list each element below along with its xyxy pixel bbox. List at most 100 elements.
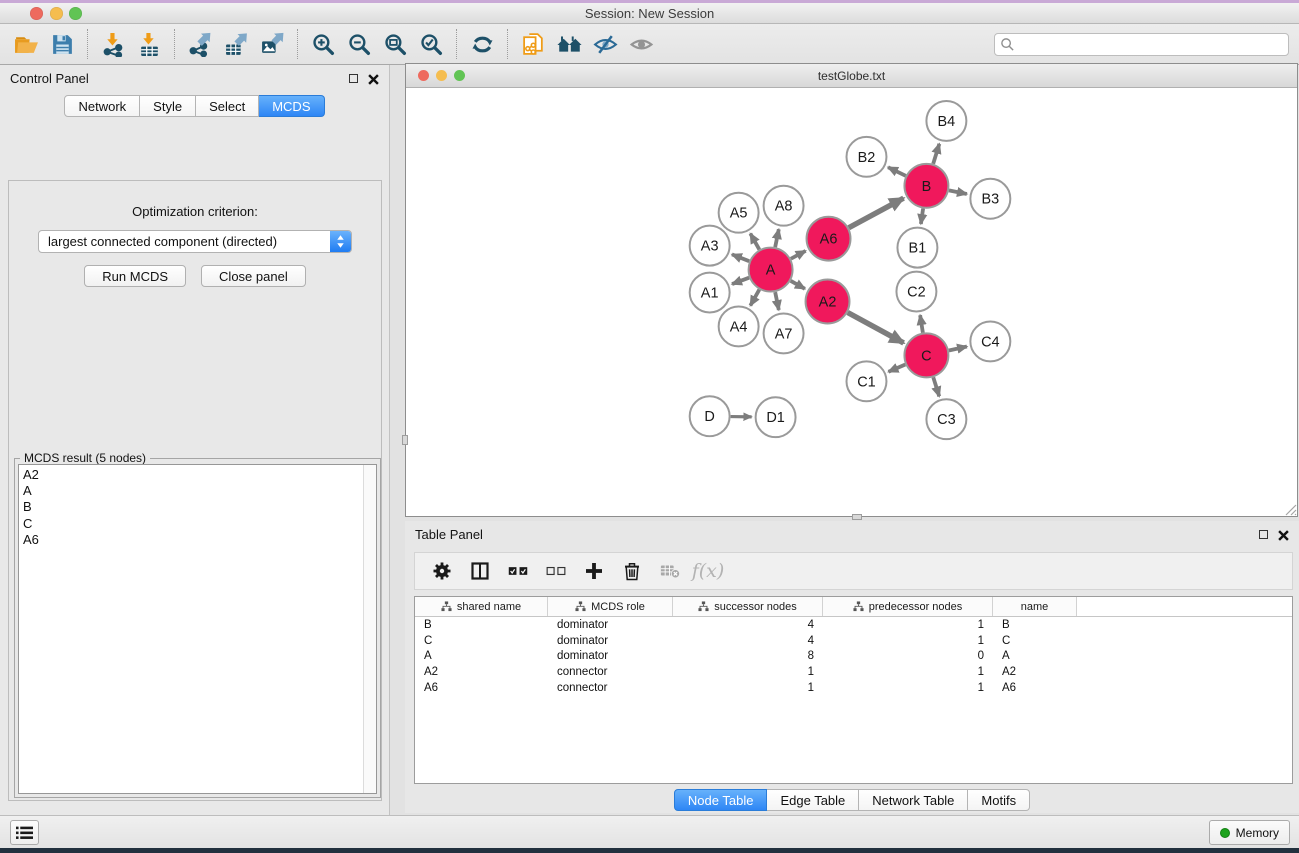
edge-A6-B[interactable] <box>849 198 904 228</box>
network-close-traffic-light[interactable] <box>418 70 429 81</box>
column-header-successor-nodes[interactable]: successor nodes <box>673 597 823 616</box>
optimization-criterion-select[interactable]: largest connected component (directed) <box>38 230 352 253</box>
search-input[interactable] <box>994 33 1289 56</box>
edge-A-A3[interactable] <box>732 254 749 261</box>
node-A6[interactable]: A6 <box>807 217 851 261</box>
export-network-button[interactable] <box>182 28 218 60</box>
edge-B-B1[interactable] <box>921 208 923 223</box>
mcds-result-list[interactable]: A2ABCA6 <box>18 464 377 794</box>
edge-C-C4[interactable] <box>949 347 967 351</box>
memory-button[interactable]: Memory <box>1209 820 1290 845</box>
node-A2[interactable]: A2 <box>806 280 850 324</box>
node-A3[interactable]: A3 <box>690 226 730 266</box>
column-header-predecessor-nodes[interactable]: predecessor nodes <box>823 597 993 616</box>
minimize-traffic-light[interactable] <box>50 7 63 20</box>
edge-B-B2[interactable] <box>888 167 906 176</box>
tab-style[interactable]: Style <box>140 95 196 117</box>
node-A4[interactable]: A4 <box>719 306 759 346</box>
node-C4[interactable]: C4 <box>970 321 1010 361</box>
edge-B-B4[interactable] <box>933 144 939 164</box>
network-minimize-traffic-light[interactable] <box>436 70 447 81</box>
edge-A2-C[interactable] <box>848 312 904 342</box>
edge-A-A8[interactable] <box>775 229 779 247</box>
node-B4[interactable]: B4 <box>926 101 966 141</box>
tab-motifs[interactable]: Motifs <box>968 789 1030 811</box>
apply-layout-button[interactable] <box>464 28 500 60</box>
edge-A-A5[interactable] <box>750 234 759 250</box>
edge-C-C2[interactable] <box>920 315 923 333</box>
import-network-button[interactable] <box>95 28 131 60</box>
vertical-split-grip[interactable] <box>402 435 408 445</box>
show-panels-button[interactable] <box>10 820 39 845</box>
edge-A-A6[interactable] <box>791 251 806 259</box>
add-column-button[interactable] <box>577 556 611 586</box>
node-B3[interactable]: B3 <box>970 179 1010 219</box>
node-D[interactable]: D <box>690 396 730 436</box>
node-B[interactable]: B <box>904 164 948 208</box>
select-all-rows-button[interactable] <box>501 556 535 586</box>
close-panel-button[interactable]: Close panel <box>201 265 306 287</box>
run-mcds-button[interactable]: Run MCDS <box>84 265 186 287</box>
float-panel-icon[interactable] <box>349 74 358 83</box>
zoom-in-button[interactable] <box>305 28 341 60</box>
network-graph[interactable]: AA1A2A3A4A5A6A7A8BB1B2B3B4CC1C2C3C4DD1 <box>406 89 1297 516</box>
column-header-shared-name[interactable]: shared name <box>415 597 548 616</box>
node-table[interactable]: shared nameMCDS rolesuccessor nodesprede… <box>414 596 1293 784</box>
save-session-button[interactable] <box>44 28 80 60</box>
mcds-result-item[interactable]: B <box>19 499 376 515</box>
mcds-result-item[interactable]: A6 <box>19 532 376 548</box>
table-float-panel-icon[interactable] <box>1259 530 1268 539</box>
node-A5[interactable]: A5 <box>719 193 759 233</box>
result-list-scrollbar[interactable] <box>363 465 376 793</box>
zoom-fit-button[interactable] <box>377 28 413 60</box>
edge-A-A2[interactable] <box>791 281 805 289</box>
node-A[interactable]: A <box>749 248 793 292</box>
delete-column-button[interactable] <box>615 556 649 586</box>
table-close-panel-icon[interactable] <box>1278 529 1289 540</box>
network-from-selection-button[interactable] <box>515 28 551 60</box>
tab-edge-table[interactable]: Edge Table <box>767 789 859 811</box>
export-image-button[interactable] <box>254 28 290 60</box>
hide-eye-button[interactable] <box>587 28 623 60</box>
edge-A-A1[interactable] <box>732 278 749 284</box>
edge-A-A7[interactable] <box>775 292 779 310</box>
table-row[interactable]: A6connector11A6 <box>415 680 1292 696</box>
home-view-button[interactable] <box>551 28 587 60</box>
node-D1[interactable]: D1 <box>756 397 796 437</box>
tab-select[interactable]: Select <box>196 95 259 117</box>
column-header-MCDS-role[interactable]: MCDS role <box>548 597 673 616</box>
close-panel-icon[interactable] <box>368 73 379 84</box>
node-A7[interactable]: A7 <box>764 313 804 353</box>
column-header-name[interactable]: name <box>993 597 1077 616</box>
node-C3[interactable]: C3 <box>926 399 966 439</box>
network-maximize-traffic-light[interactable] <box>454 70 465 81</box>
tab-node-table[interactable]: Node Table <box>674 789 768 811</box>
zoom-out-button[interactable] <box>341 28 377 60</box>
node-C1[interactable]: C1 <box>847 361 887 401</box>
edge-C-C3[interactable] <box>933 377 939 396</box>
mcds-result-item[interactable]: C <box>19 516 376 532</box>
node-A1[interactable]: A1 <box>690 273 730 313</box>
mcds-result-item[interactable]: A2 <box>19 467 376 483</box>
import-table-button[interactable] <box>131 28 167 60</box>
edge-A-A4[interactable] <box>750 290 759 306</box>
open-session-button[interactable] <box>8 28 44 60</box>
table-settings-gear-button[interactable] <box>425 556 459 586</box>
toggle-columns-button[interactable] <box>463 556 497 586</box>
tab-network[interactable]: Network <box>64 95 140 117</box>
maximize-traffic-light[interactable] <box>69 7 82 20</box>
network-window-titlebar[interactable]: testGlobe.txt <box>406 64 1297 88</box>
table-row[interactable]: Adominator80A <box>415 649 1292 665</box>
node-C[interactable]: C <box>904 333 948 377</box>
zoom-selected-button[interactable] <box>413 28 449 60</box>
node-A8[interactable]: A8 <box>764 186 804 226</box>
table-row[interactable]: Bdominator41B <box>415 617 1292 633</box>
mcds-result-item[interactable]: A <box>19 483 376 499</box>
horizontal-split-grip[interactable] <box>852 514 862 520</box>
window-resize-grip-icon[interactable] <box>1284 503 1297 516</box>
table-row[interactable]: Cdominator41C <box>415 633 1292 649</box>
tab-mcds[interactable]: MCDS <box>259 95 324 117</box>
panel-split-gutter[interactable] <box>390 65 405 815</box>
tab-network-table[interactable]: Network Table <box>859 789 968 811</box>
node-B2[interactable]: B2 <box>847 137 887 177</box>
